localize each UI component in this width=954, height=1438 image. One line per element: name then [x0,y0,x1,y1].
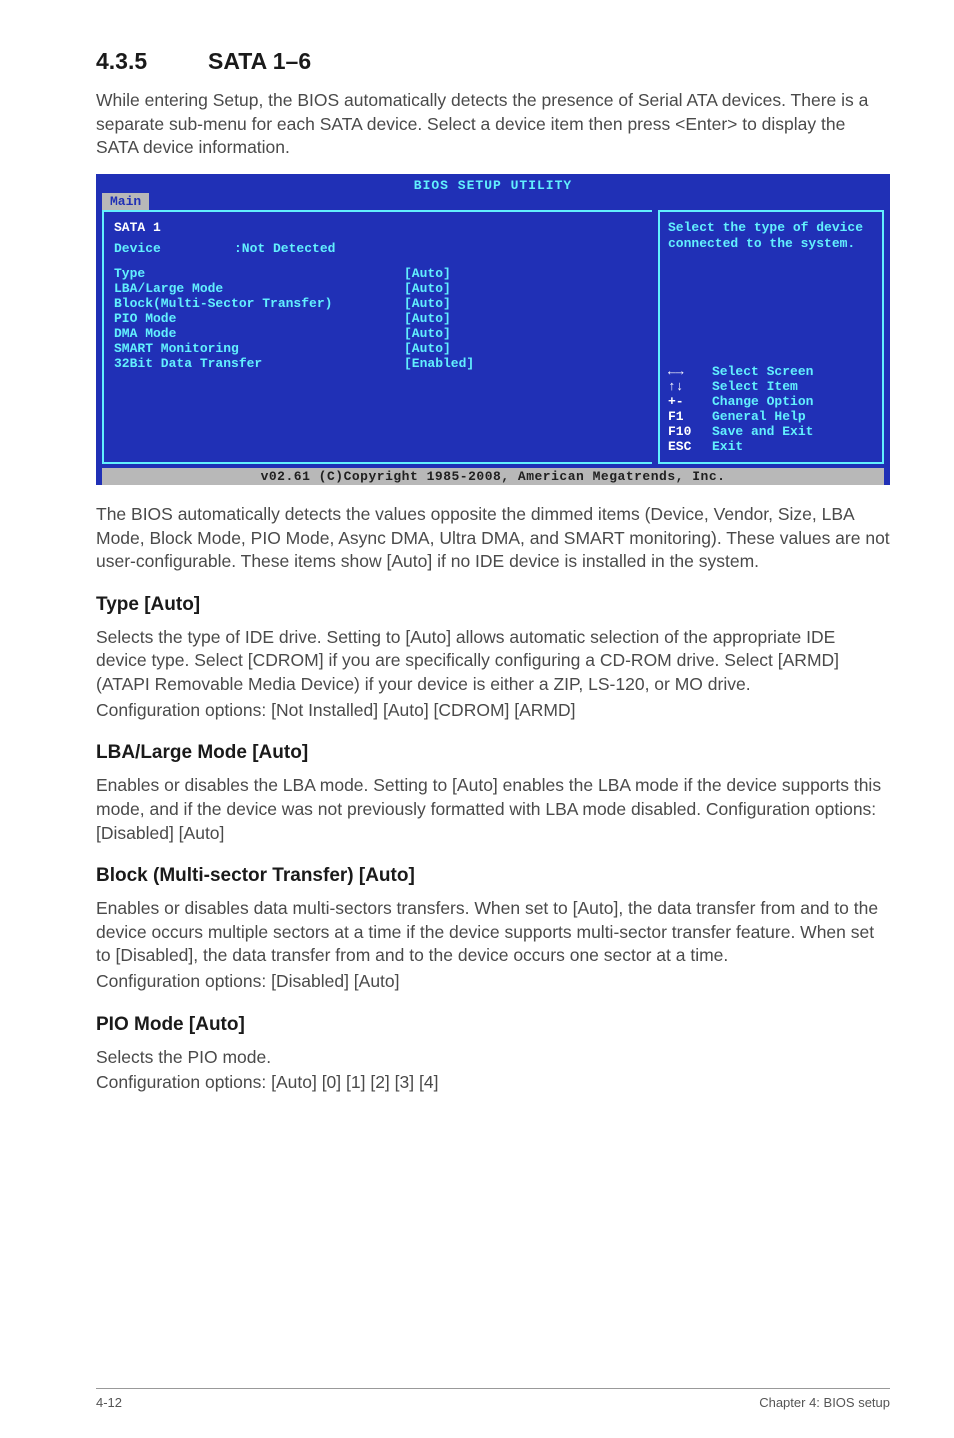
hint-text: General Help [712,409,806,424]
section-heading: 4.3.5SATA 1–6 [96,48,890,75]
bios-item-label: LBA/Large Mode [114,281,404,296]
bios-item-value: [Enabled] [404,356,474,371]
hint-key: ESC [668,439,712,454]
bios-tab-main: Main [102,193,149,210]
hint-text: Change Option [712,394,813,409]
pio-heading: PIO Mode [Auto] [96,1014,890,1036]
block-para1: Enables or disables data multi-sectors t… [96,897,890,968]
page-footer: 4-12 Chapter 4: BIOS setup [96,1388,890,1410]
bios-hints: ←→Select Screen ↑↓Select Item +-Change O… [668,364,872,454]
bios-item-label: DMA Mode [114,326,404,341]
bios-tab-row: Main [96,193,890,210]
hint-key: ↑↓ [668,379,712,394]
hint-key: ←→ [668,364,712,379]
after-bios-text: The BIOS automatically detects the value… [96,503,890,574]
block-heading: Block (Multi-sector Transfer) [Auto] [96,865,890,887]
bios-item-label: SMART Monitoring [114,341,404,356]
bios-sata-header: SATA 1 [114,220,404,235]
block-para2: Configuration options: [Disabled] [Auto] [96,970,890,994]
bios-item-value: [Auto] [404,281,451,296]
hint-text: Save and Exit [712,424,813,439]
bios-item-value: [Auto] [404,326,451,341]
pio-para1: Selects the PIO mode. [96,1046,890,1070]
lba-heading: LBA/Large Mode [Auto] [96,742,890,764]
lba-para: Enables or disables the LBA mode. Settin… [96,774,890,845]
bios-item-label: 32Bit Data Transfer [114,356,404,371]
bios-item-value: [Auto] [404,311,451,326]
type-heading: Type [Auto] [96,594,890,616]
hint-key: +- [668,394,712,409]
footer-chapter: Chapter 4: BIOS setup [759,1395,890,1410]
type-para2: Configuration options: [Not Installed] [… [96,699,890,723]
type-para1: Selects the type of IDE drive. Setting t… [96,626,890,697]
section-number: 4.3.5 [96,48,208,75]
bios-item-value: [Auto] [404,341,451,356]
bios-right-pane: Select the type of device connected to t… [658,210,884,464]
hint-key: F1 [668,409,712,424]
bios-title: BIOS SETUP UTILITY [96,174,890,193]
bios-item-label: PIO Mode [114,311,404,326]
bios-item-label: Type [114,266,404,281]
bios-screenshot: BIOS SETUP UTILITY Main SATA 1 Device :N… [96,174,890,485]
hint-key: F10 [668,424,712,439]
pio-para2: Configuration options: [Auto] [0] [1] [2… [96,1071,890,1095]
section-title: SATA 1–6 [208,48,311,74]
hint-text: Exit [712,439,743,454]
bios-copyright: v02.61 (C)Copyright 1985-2008, American … [102,468,884,485]
bios-item-value: [Auto] [404,266,451,281]
bios-device-value: :Not Detected [234,241,335,256]
hint-text: Select Screen [712,364,813,379]
bios-help-text: Select the type of device connected to t… [668,220,872,253]
hint-text: Select Item [712,379,798,394]
bios-item-label: Block(Multi-Sector Transfer) [114,296,404,311]
bios-item-value: [Auto] [404,296,451,311]
bios-device-label: Device [114,241,234,256]
footer-page-number: 4-12 [96,1395,122,1410]
bios-left-pane: SATA 1 Device :Not Detected Type[Auto] L… [102,210,652,464]
intro-text: While entering Setup, the BIOS automatic… [96,89,890,160]
